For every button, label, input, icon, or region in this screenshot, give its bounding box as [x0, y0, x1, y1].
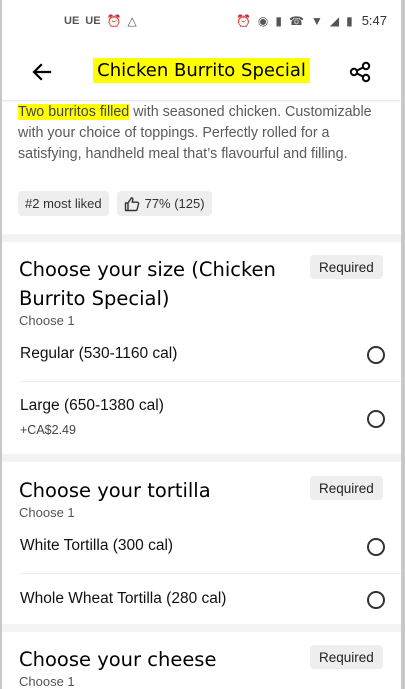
likes-chip: 77% (125) — [116, 191, 212, 216]
share-icon — [349, 61, 371, 83]
title-wrap: Chicken Burrito Special — [2, 58, 401, 83]
item-description: Two burritos filled with seasoned chicke… — [18, 102, 378, 165]
ue-notification-icon: UE — [64, 15, 80, 27]
location-icon: ◉ — [257, 13, 269, 28]
ue-notification-icon: UE — [85, 15, 101, 27]
signal-icon: ◢ — [329, 13, 340, 28]
wifi-icon: ▼ — [310, 13, 323, 28]
radio-large[interactable] — [367, 410, 385, 428]
description-highlight: Two burritos filled — [18, 104, 130, 120]
share-button[interactable] — [349, 61, 371, 83]
app-frame: UE UE ⏰ △ ⏰ ◉ ▮ ☎ ▼ ◢ ▮ 5:47 Chicken Bur… — [0, 0, 405, 689]
row-divider — [19, 573, 401, 574]
status-right: ⏰ ◉ ▮ ☎ ▼ ◢ ▮ 5:47 — [236, 13, 387, 28]
vibrate-icon: ▮ — [275, 13, 282, 28]
required-badge: Required — [310, 476, 383, 500]
radio-whole-wheat-tortilla[interactable] — [367, 591, 385, 609]
page-title: Chicken Burrito Special — [93, 58, 310, 83]
cheese-section-title: Choose your cheese — [19, 648, 217, 671]
likes-label: 77% (125) — [144, 196, 205, 211]
clock-time: 5:47 — [361, 13, 387, 28]
wifi-call-icon: ☎ — [289, 13, 304, 28]
choose-hint: Choose 1 — [19, 674, 75, 689]
description-text: Two burritos filled with seasoned chicke… — [18, 102, 378, 165]
alarm-icon: ⏰ — [106, 14, 122, 28]
radio-regular[interactable] — [367, 346, 385, 364]
required-badge: Required — [310, 645, 383, 669]
item-chips: #2 most liked 77% (125) — [18, 191, 212, 216]
thumbs-up-icon — [124, 196, 139, 211]
option-label: White Tortilla (300 cal) — [20, 537, 174, 554]
choose-hint: Choose 1 — [19, 313, 75, 328]
tortilla-section-title: Choose your tortilla — [19, 479, 211, 502]
item-header: Chicken Burrito Special — [2, 44, 401, 100]
recycle-icon: △ — [127, 14, 137, 28]
option-label: Whole Wheat Tortilla (280 cal) — [20, 590, 227, 607]
rank-label: #2 most liked — [25, 196, 102, 211]
size-section-title: Choose your size (Chicken Burrito Specia… — [19, 258, 276, 310]
section-divider — [2, 454, 401, 462]
option-price: +CA$2.49 — [20, 423, 76, 437]
row-divider — [19, 381, 401, 382]
option-label: Regular (530-1160 cal) — [20, 345, 178, 362]
choose-hint: Choose 1 — [19, 505, 75, 520]
required-badge: Required — [310, 255, 383, 279]
section-divider — [2, 624, 401, 632]
option-label: Large (650-1380 cal) — [20, 397, 164, 414]
battery-icon: ▮ — [346, 13, 353, 28]
radio-white-tortilla[interactable] — [367, 538, 385, 556]
rank-chip: #2 most liked — [18, 191, 109, 216]
status-left: UE UE ⏰ △ — [64, 14, 137, 28]
section-divider — [2, 234, 401, 242]
alarm-icon: ⏰ — [235, 13, 251, 28]
status-bar: UE UE ⏰ △ ⏰ ◉ ▮ ☎ ▼ ◢ ▮ 5:47 — [2, 0, 401, 44]
